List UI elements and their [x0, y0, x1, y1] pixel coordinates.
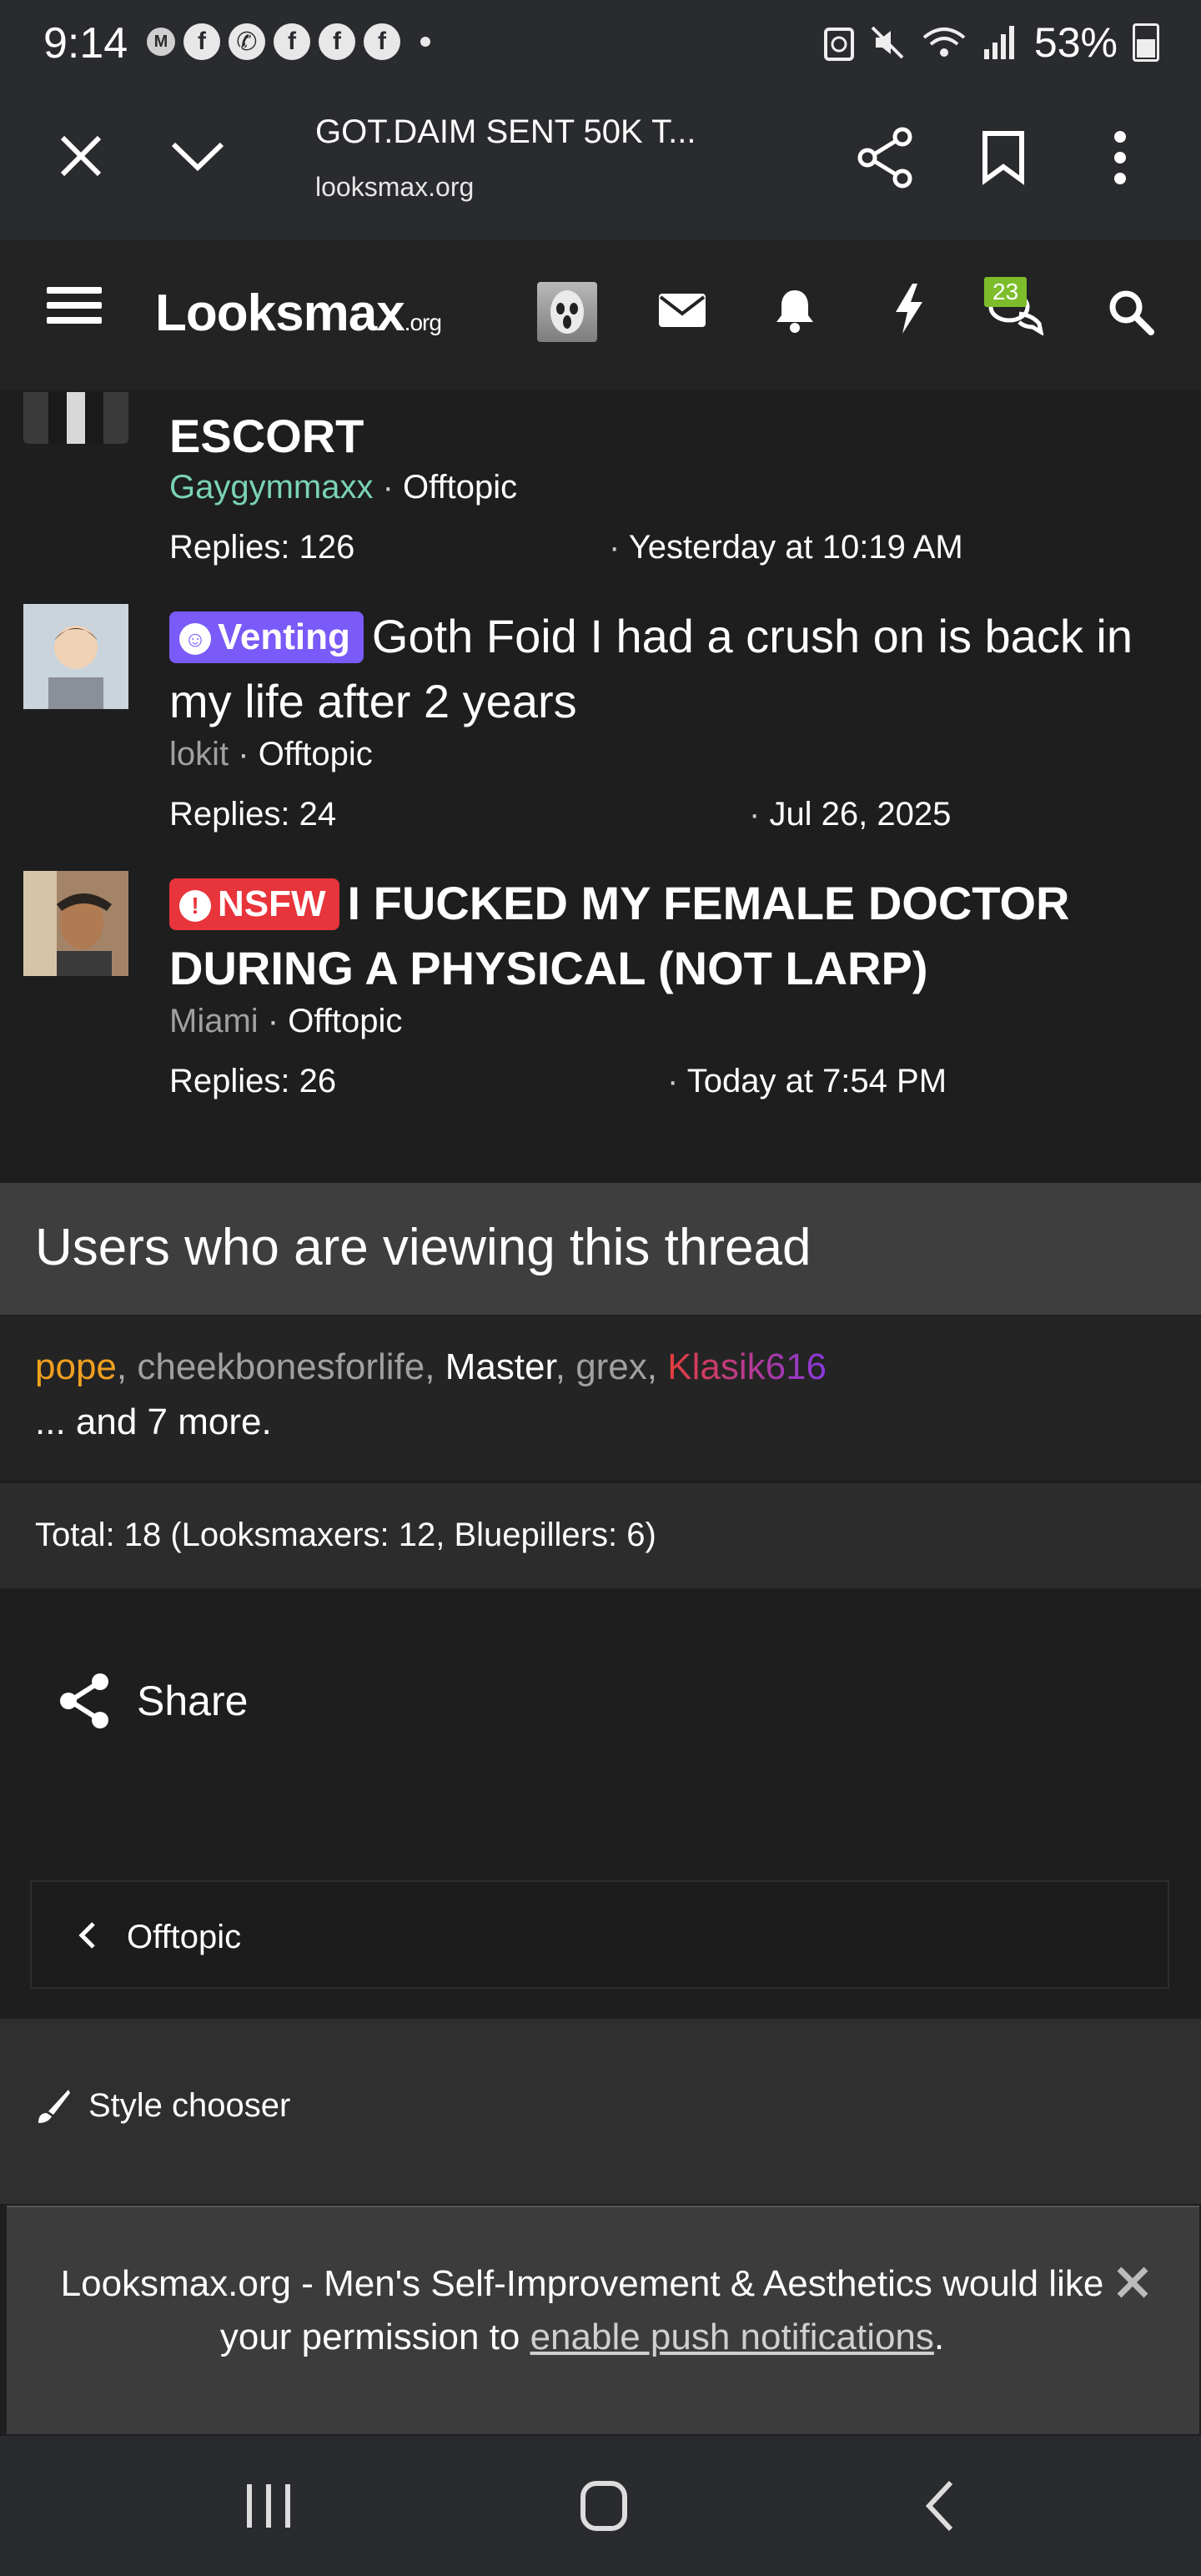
share-button[interactable]: Share [58, 1672, 248, 1730]
viewing-total: Total: 18 (Looksmaxers: 12, Bluepillers:… [35, 1517, 656, 1553]
thread-title-line[interactable]: ☺ Venting Goth Foid I had a crush on is ba… [169, 604, 1170, 734]
breadcrumb[interactable]: Offtopic [30, 1880, 1169, 1989]
logo-main: Looksmax [155, 284, 405, 342]
more-users[interactable]: ... and 7 more. [35, 1401, 272, 1443]
thread-author[interactable]: Miami [169, 1003, 259, 1039]
wifi-icon [922, 28, 966, 57]
chat-badge: 23 [984, 277, 1028, 307]
share-icon[interactable] [847, 120, 922, 195]
recent-apps-icon[interactable] [242, 2481, 295, 2531]
thread-date-wrap: · Yesterday at 10:19 AM [609, 529, 963, 566]
paintbrush-icon [38, 2089, 70, 2123]
prefix-badge: ☺ Venting [169, 611, 364, 663]
page-url: looksmax.org [315, 172, 475, 202]
thread-replies: Replies: 26 [169, 1063, 337, 1099]
viewing-heading: Users who are viewing this thread [35, 1219, 812, 1276]
search-icon[interactable] [1108, 289, 1154, 340]
thread-author[interactable]: lokit [169, 736, 229, 772]
facebook-icon: f [319, 23, 355, 60]
style-chooser-link[interactable]: Style chooser [35, 2087, 290, 2125]
chevron-down-icon[interactable] [160, 118, 235, 194]
enable-push-link[interactable]: enable push notifications [530, 2317, 934, 2357]
thread-title[interactable]: ESCORT [169, 404, 1170, 469]
menu-icon[interactable] [47, 279, 102, 332]
prefix-label: NSFW [218, 883, 326, 924]
alert-icon: ! [179, 890, 211, 922]
viewing-total-row: Total: 18 (Looksmaxers: 12, Bluepillers:… [0, 1483, 1201, 1588]
user-link[interactable]: Master [445, 1346, 555, 1387]
status-time: 9:14 [43, 19, 128, 68]
user-avatar[interactable] [537, 282, 597, 342]
site-logo[interactable]: Looksmax.org [155, 284, 442, 343]
thread-author-avatar[interactable] [23, 392, 128, 444]
m-icon: M [147, 28, 175, 56]
thread-date[interactable]: Jul 26, 2025 [769, 796, 951, 833]
thread-author-avatar[interactable] [23, 871, 128, 976]
thread-date-wrap: · Today at 7:54 PM [667, 1063, 947, 1099]
viewing-users: pope, cheekbonesforlife, Master, grex, K… [35, 1346, 827, 1387]
notification-icons: M f ✆ f f f [147, 23, 430, 60]
battery-icon [1133, 23, 1159, 62]
battery-percent: 53% [1033, 19, 1118, 66]
viewing-body [0, 1316, 1201, 1480]
mail-icon[interactable] [659, 292, 706, 333]
sync-icon [823, 28, 854, 61]
user-link[interactable]: cheekbonesforlife [137, 1346, 425, 1387]
push-message: Looksmax.org - Men's Self-Improvement & … [57, 2257, 1108, 2364]
thread-meta: Gaygymmaxx · Offtopic [169, 469, 518, 506]
home-icon[interactable] [579, 2479, 629, 2533]
thread-meta: Miami · Offtopic [169, 1003, 403, 1039]
chevron-left-icon [78, 1922, 95, 1949]
more-options-icon[interactable] [1083, 120, 1158, 195]
status-right: 53% [823, 18, 1159, 67]
thread-author-avatar[interactable] [23, 604, 128, 709]
thread-forum[interactable]: Offtopic [403, 469, 517, 506]
close-icon[interactable] [43, 118, 118, 194]
share-label: Share [137, 1678, 249, 1724]
facebook-icon: f [183, 23, 220, 60]
bookmark-icon[interactable] [966, 120, 1041, 195]
style-chooser-label: Style chooser [88, 2087, 291, 2124]
logo-suffix: .org [404, 309, 442, 335]
share-icon [60, 1673, 108, 1728]
bell-icon[interactable] [774, 287, 816, 338]
whatsapp-icon: ✆ [229, 23, 265, 60]
facebook-icon: f [274, 23, 310, 60]
thread-title-line[interactable]: ! NSFW I FUCKED MY FEMALE DOCTOR DURING A … [169, 871, 1170, 1001]
push-text-end: . [933, 2317, 945, 2357]
prefix-badge: ! NSFW [169, 878, 339, 930]
facebook-icon: f [364, 23, 400, 60]
thread-date-wrap: · Jul 26, 2025 [749, 796, 952, 833]
more-notifications-dot [420, 37, 430, 47]
thread-date[interactable]: Today at 7:54 PM [687, 1063, 947, 1099]
thread-forum[interactable]: Offtopic [259, 736, 373, 772]
prefix-label: Venting [218, 616, 350, 657]
signal-icon [983, 26, 1014, 59]
back-icon[interactable] [922, 2479, 956, 2533]
user-link[interactable]: grex [575, 1346, 647, 1387]
user-link[interactable]: pope [35, 1346, 117, 1387]
thread-replies: Replies: 126 [169, 529, 355, 566]
page-title: GOT.DAIM SENT 50K T... [315, 113, 696, 150]
thread-date[interactable]: Yesterday at 10:19 AM [629, 529, 963, 566]
viewing-header: Users who are viewing this thread [0, 1183, 1201, 1315]
mute-icon [871, 26, 904, 59]
thread-author[interactable]: Gaygymmaxx [169, 469, 374, 506]
user-link[interactable]: Klasik616 [667, 1346, 827, 1387]
venting-icon: ☺ [179, 623, 211, 655]
thread-replies: Replies: 24 [169, 796, 337, 833]
breadcrumb-label: Offtopic [127, 1919, 242, 1955]
lightning-icon[interactable] [892, 284, 926, 338]
push-notification-banner: Looksmax.org - Men's Self-Improvement & … [7, 2206, 1199, 2434]
close-icon[interactable] [1116, 2266, 1149, 2299]
system-navigation-bar [0, 2436, 1201, 2576]
thread-forum[interactable]: Offtopic [288, 1003, 402, 1039]
thread-meta: lokit · Offtopic [169, 736, 373, 772]
